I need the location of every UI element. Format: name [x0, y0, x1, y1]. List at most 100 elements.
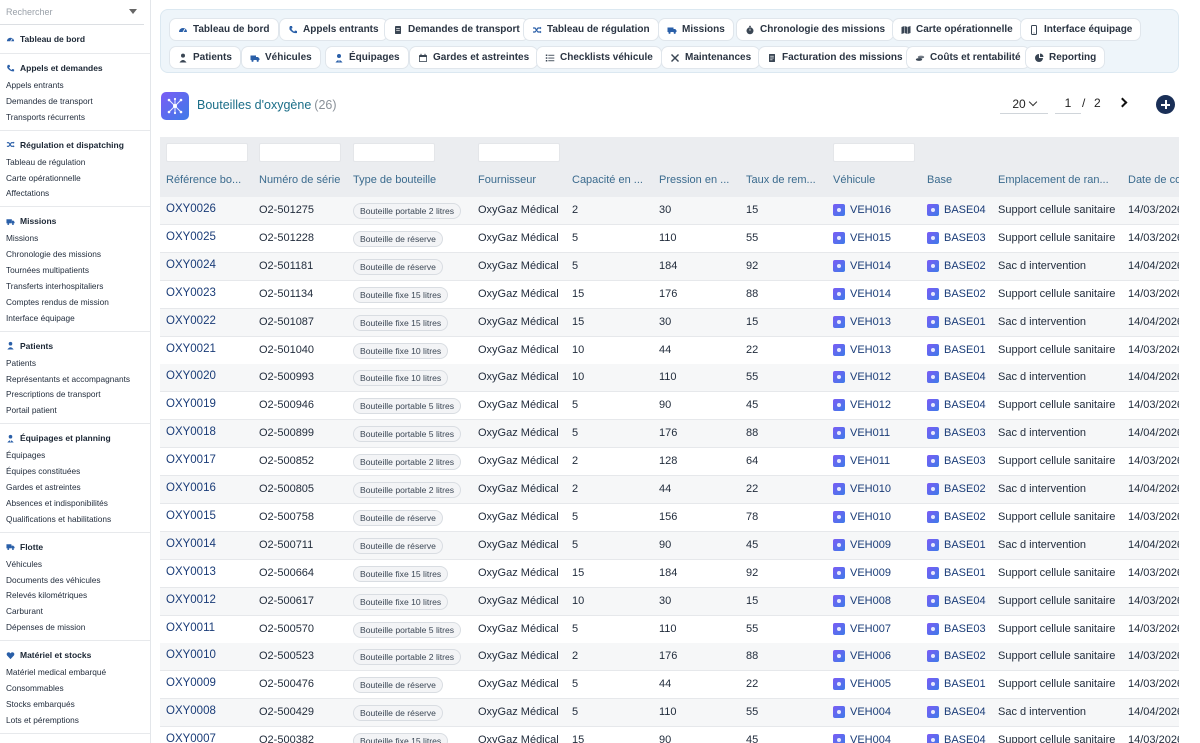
- base-link[interactable]: BASE02: [927, 510, 986, 523]
- base-link[interactable]: BASE02: [927, 287, 986, 300]
- table-row[interactable]: OXY0017 O2-500852 Bouteille portable 2 lit…: [160, 448, 1179, 477]
- reference-link[interactable]: OXY0018: [166, 426, 248, 438]
- tab-10[interactable]: Équipages: [325, 46, 409, 69]
- current-page-input[interactable]: 1: [1055, 94, 1081, 114]
- table-row[interactable]: OXY0011 O2-500570 Bouteille portable 5 lit…: [160, 616, 1179, 644]
- sidebar-item[interactable]: Carburant: [0, 604, 150, 620]
- base-link[interactable]: BASE02: [927, 483, 986, 495]
- column-header[interactable]: Base: [927, 174, 993, 186]
- tab-5[interactable]: Chronologie des missions: [736, 18, 895, 41]
- vehicle-link[interactable]: VEH013: [833, 343, 891, 356]
- sidebar-item[interactable]: Tableau de régulation: [0, 155, 150, 171]
- sidebar-item[interactable]: Documents des véhicules: [0, 573, 150, 589]
- sidebar-item[interactable]: Carte opérationnelle: [0, 171, 150, 187]
- reference-link[interactable]: OXY0020: [166, 370, 248, 382]
- base-link[interactable]: BASE03: [927, 622, 986, 635]
- search-input[interactable]: [0, 0, 120, 24]
- sidebar-item[interactable]: Équipes constituées: [0, 464, 150, 480]
- tab-15[interactable]: Coûts et rentabilité: [906, 46, 1030, 69]
- vehicle-link[interactable]: VEH016: [833, 204, 891, 216]
- tab-16[interactable]: Reporting: [1025, 46, 1106, 69]
- sidebar-item[interactable]: Équipages: [0, 448, 150, 464]
- vehicle-link[interactable]: VEH014: [833, 287, 891, 300]
- sidebar-item[interactable]: Portail patient: [0, 403, 150, 419]
- tab-13[interactable]: Maintenances: [661, 46, 761, 69]
- table-row[interactable]: OXY0013 O2-500664 Bouteille fixe 15 litres…: [160, 560, 1179, 588]
- column-filter-input[interactable]: [478, 143, 560, 162]
- reference-link[interactable]: OXY0016: [166, 482, 248, 494]
- table-row[interactable]: OXY0009 O2-500476 Bouteille de réserve OxyG…: [160, 671, 1179, 700]
- vehicle-link[interactable]: VEH011: [833, 427, 890, 440]
- base-link[interactable]: BASE03: [927, 231, 986, 244]
- reference-link[interactable]: OXY0011: [166, 622, 248, 634]
- sidebar-item[interactable]: Consommables: [0, 681, 150, 697]
- base-link[interactable]: BASE04: [927, 204, 986, 216]
- sidebar-item[interactable]: Patients: [0, 356, 150, 372]
- sidebar-item[interactable]: Interface équipage: [0, 311, 150, 327]
- base-link[interactable]: BASE03: [927, 427, 986, 440]
- vehicle-link[interactable]: VEH012: [833, 399, 891, 412]
- vehicle-link[interactable]: VEH004: [833, 706, 891, 719]
- sidebar-item[interactable]: Transports récurrents: [0, 110, 150, 126]
- table-row[interactable]: OXY0010 O2-500523 Bouteille portable 2 lit…: [160, 643, 1179, 672]
- sidebar-item[interactable]: Lots et péremptions: [0, 713, 150, 729]
- sidebar-section-title[interactable]: Tableau de bord: [0, 32, 150, 46]
- table-row[interactable]: OXY0020 O2-500993 Bouteille fixe 10 litres…: [160, 364, 1179, 393]
- column-header[interactable]: Pression en ...: [659, 174, 741, 186]
- vehicle-link[interactable]: VEH004: [833, 734, 891, 743]
- vehicle-link[interactable]: VEH012: [833, 371, 891, 384]
- column-header[interactable]: Capacité en ...: [572, 174, 654, 186]
- base-link[interactable]: BASE04: [927, 706, 986, 719]
- tab-7[interactable]: Interface équipage: [1020, 18, 1142, 41]
- sidebar-item[interactable]: Missions: [0, 231, 150, 247]
- tab-3[interactable]: Tableau de régulation: [523, 18, 659, 41]
- sidebar-item[interactable]: Absences et indisponibilités: [0, 496, 150, 512]
- sidebar-item[interactable]: Transferts interhospitaliers: [0, 279, 150, 295]
- tab-2[interactable]: Demandes de transport: [384, 18, 529, 41]
- tab-11[interactable]: Gardes et astreintes: [409, 46, 539, 69]
- vehicle-link[interactable]: VEH014: [833, 259, 891, 272]
- vehicle-link[interactable]: VEH015: [833, 231, 891, 244]
- table-row[interactable]: OXY0022 O2-501087 Bouteille fixe 15 litres…: [160, 308, 1179, 337]
- tab-12[interactable]: Checklists véhicule: [536, 46, 662, 69]
- base-link[interactable]: BASE04: [927, 371, 986, 384]
- tab-8[interactable]: Patients: [169, 46, 241, 69]
- vehicle-link[interactable]: VEH006: [833, 650, 891, 663]
- column-filter-input[interactable]: [166, 143, 248, 162]
- sidebar-section-title[interactable]: Flotte: [0, 540, 150, 554]
- table-row[interactable]: OXY0026 O2-501275 Bouteille portable 2 lit…: [160, 197, 1179, 225]
- sidebar-item[interactable]: Prescriptions de transport: [0, 387, 150, 403]
- table-row[interactable]: OXY0025 O2-501228 Bouteille de réserve OxyG…: [160, 225, 1179, 253]
- chevron-down-icon[interactable]: [129, 9, 137, 14]
- reference-link[interactable]: OXY0012: [166, 594, 248, 606]
- column-header[interactable]: Référence bo...: [166, 174, 248, 186]
- sidebar-section-title[interactable]: Équipages et planning: [0, 431, 150, 445]
- base-link[interactable]: BASE02: [927, 259, 986, 272]
- base-link[interactable]: BASE01: [927, 343, 986, 356]
- reference-link[interactable]: OXY0009: [166, 677, 248, 689]
- column-header[interactable]: Véhicule: [833, 174, 921, 186]
- page-size-select[interactable]: 20: [1000, 94, 1048, 114]
- base-link[interactable]: BASE01: [927, 678, 986, 691]
- base-link[interactable]: BASE02: [927, 650, 986, 663]
- sidebar-section-title[interactable]: Appels et demandes: [0, 61, 150, 75]
- table-row[interactable]: OXY0008 O2-500429 Bouteille de réserve OxyG…: [160, 699, 1179, 728]
- reference-link[interactable]: OXY0023: [166, 287, 248, 299]
- vehicle-link[interactable]: VEH013: [833, 315, 891, 328]
- sidebar-section-title[interactable]: Patients: [0, 339, 150, 353]
- column-header[interactable]: Fournisseur: [478, 174, 566, 186]
- reference-link[interactable]: OXY0008: [166, 705, 248, 717]
- column-header[interactable]: Type de bouteille: [353, 174, 473, 186]
- table-row[interactable]: OXY0016 O2-500805 Bouteille portable 2 lit…: [160, 476, 1179, 504]
- add-record-button[interactable]: [1156, 95, 1175, 114]
- reference-link[interactable]: OXY0021: [166, 343, 248, 355]
- sidebar-item[interactable]: Matériel medical embarqué: [0, 665, 150, 681]
- vehicle-link[interactable]: VEH010: [833, 510, 891, 523]
- sidebar-item[interactable]: Dépenses de mission: [0, 620, 150, 636]
- base-link[interactable]: BASE04: [927, 734, 986, 743]
- table-row[interactable]: OXY0024 O2-501181 Bouteille de réserve OxyG…: [160, 252, 1179, 281]
- vehicle-link[interactable]: VEH005: [833, 678, 891, 691]
- tab-6[interactable]: Carte opérationnelle: [892, 18, 1022, 41]
- next-page-button[interactable]: [1117, 94, 1131, 110]
- sidebar-item[interactable]: Relevés kilométriques: [0, 588, 150, 604]
